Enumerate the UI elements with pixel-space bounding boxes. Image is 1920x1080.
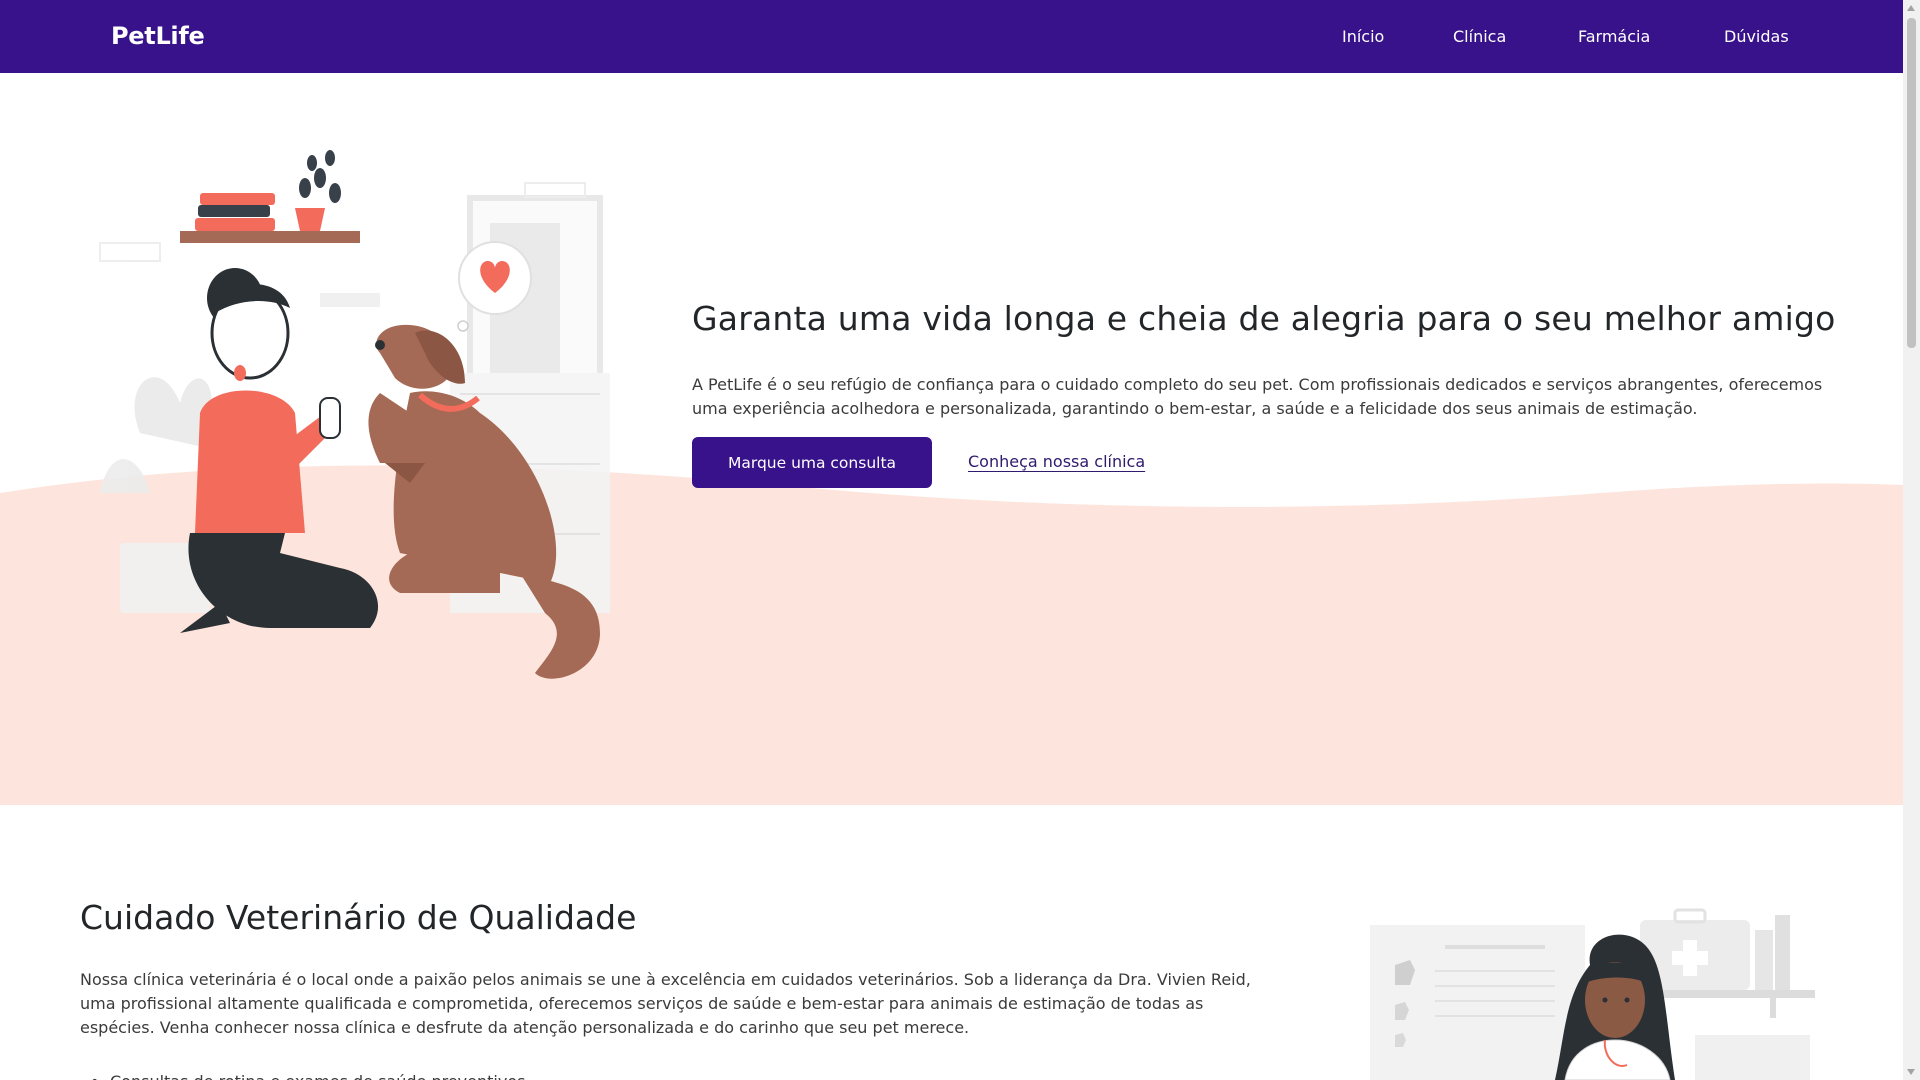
scroll-up-arrow-icon[interactable]: [1907, 5, 1915, 11]
nav-link-clinica[interactable]: Clínica: [1453, 27, 1506, 46]
services-list: Consultas de rotina e exames de saúde pr…: [80, 1072, 525, 1080]
list-item: Consultas de rotina e exames de saúde pr…: [80, 1072, 525, 1080]
quality-section: Cuidado Veterinário de Qualidade Nossa c…: [0, 805, 1903, 1080]
hero-text: A PetLife é o seu refúgio de confiança p…: [692, 375, 1823, 418]
hero-section: Garanta uma vida longa e cheia de alegri…: [0, 73, 1903, 805]
brand-logo[interactable]: PetLife: [111, 22, 205, 50]
book-appointment-button[interactable]: Marque uma consulta: [692, 437, 932, 488]
page-scrollbar[interactable]: [1903, 0, 1920, 1080]
hero-illustration: [99, 150, 610, 679]
vet-illustration: [1370, 908, 1815, 1080]
nav-link-farmacia[interactable]: Farmácia: [1578, 27, 1650, 46]
section-text: Nossa clínica veterinária é o local onde…: [80, 970, 1251, 1037]
scroll-down-arrow-icon[interactable]: [1907, 1069, 1915, 1075]
nav-link-inicio[interactable]: Início: [1342, 27, 1384, 46]
section-title: Cuidado Veterinário de Qualidade: [80, 898, 637, 937]
navbar: PetLife Início Clínica Farmácia Dúvidas: [0, 0, 1903, 73]
scroll-thumb[interactable]: [1907, 18, 1916, 348]
know-clinic-link[interactable]: Conheça nossa clínica: [968, 452, 1145, 471]
nav-link-duvidas[interactable]: Dúvidas: [1724, 27, 1789, 46]
hero-title: Garanta uma vida longa e cheia de alegri…: [692, 299, 1836, 338]
